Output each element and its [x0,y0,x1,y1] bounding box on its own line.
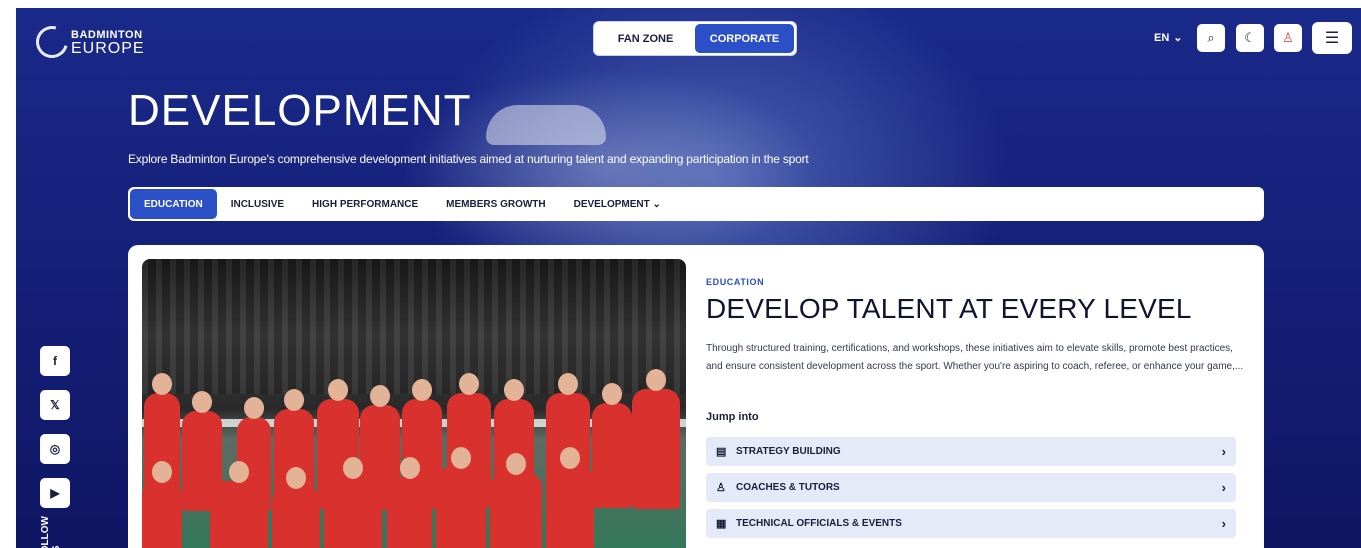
tab-high-performance[interactable]: HIGH PERFORMANCE [298,189,432,219]
user-icon: ♙ [1282,30,1294,45]
user-icon: ♙ [716,482,726,494]
menu-button[interactable]: ☰ [1312,22,1352,54]
jump-item-label: COACHES & TUTORS [736,482,840,493]
section-tabs: EDUCATION INCLUSIVE HIGH PERFORMANCE MEM… [128,187,1264,221]
card-description: Through structured training, certificati… [706,343,1244,372]
card-eyebrow: EDUCATION [706,277,765,287]
tab-development-dropdown[interactable]: DEVELOPMENT ⌄ [560,189,675,219]
jump-item-label: STRATEGY BUILDING [736,446,841,457]
photo-player [142,461,182,548]
hero-headband [486,105,606,145]
x-link[interactable]: 𝕏 [40,390,70,420]
photo-player [592,383,632,508]
language-label: EN [1154,31,1170,44]
jump-strategy-building[interactable]: ▤ STRATEGY BUILDING › [706,437,1236,466]
youtube-icon: ▶ [50,486,60,500]
chevron-right-icon: › [1221,516,1226,531]
photo-player [490,453,542,548]
chevron-right-icon: › [1221,444,1226,459]
tab-education[interactable]: EDUCATION [130,189,217,219]
jump-item-label: TECHNICAL OFFICIALS & EVENTS [736,518,902,529]
page-title: DEVELOPMENT [128,86,472,135]
photo-player [387,457,432,548]
hamburger-icon: ☰ [1324,30,1340,47]
education-card: EDUCATION DEVELOP TALENT AT EVERY LEVEL … [128,245,1264,548]
calendar-icon: ▦ [716,518,727,530]
card-title: DEVELOP TALENT AT EVERY LEVEL [706,293,1192,324]
follow-us-label: FOLLOW US [40,516,62,548]
photo-player [436,447,486,548]
facebook-icon: f [53,354,57,368]
document-icon: ▤ [716,446,727,458]
search-button[interactable]: ⌕ [1197,24,1225,52]
page-description: Explore Badminton Europe's comprehensive… [128,152,809,166]
account-button[interactable]: ♙ [1274,24,1302,52]
youtube-link[interactable]: ▶ [40,478,70,508]
search-icon: ⌕ [1207,30,1215,45]
fan-zone-button[interactable]: FAN ZONE [596,24,695,53]
photo-player [632,369,680,509]
corporate-button[interactable]: CORPORATE [695,24,794,53]
photo-player [210,461,268,548]
jump-technical-officials-events[interactable]: ▦ TECHNICAL OFFICIALS & EVENTS › [706,509,1236,538]
instagram-link[interactable]: ◎ [40,434,70,464]
brand-line2: EUROPE [71,40,145,57]
chevron-down-icon: ⌄ [1173,32,1183,44]
jump-into-label: Jump into [706,411,759,423]
x-icon: 𝕏 [50,398,60,412]
chevron-right-icon: › [1221,480,1226,495]
jump-coaches-tutors[interactable]: ♙ COACHES & TUTORS › [706,473,1236,502]
theme-toggle-button[interactable]: ☾ [1236,24,1264,52]
moon-icon: ☾ [1244,30,1256,45]
page-frame: BADMINTON EUROPE FAN ZONE CORPORATE EN ⌄… [16,8,1361,548]
brand-logo[interactable]: BADMINTON EUROPE [30,20,145,64]
facebook-link[interactable]: f [40,346,70,376]
photo-curtain [142,259,686,394]
tab-members-growth[interactable]: MEMBERS GROWTH [432,189,559,219]
photo-player [546,447,594,548]
photo-player [272,467,320,548]
instagram-icon: ◎ [49,442,61,456]
tab-inclusive[interactable]: INCLUSIVE [217,189,298,219]
shuttlecock-icon [30,20,74,64]
photo-player [324,457,382,548]
site-switcher: FAN ZONE CORPORATE [593,21,797,56]
team-photo [142,259,686,548]
language-selector[interactable]: EN ⌄ [1154,31,1183,45]
